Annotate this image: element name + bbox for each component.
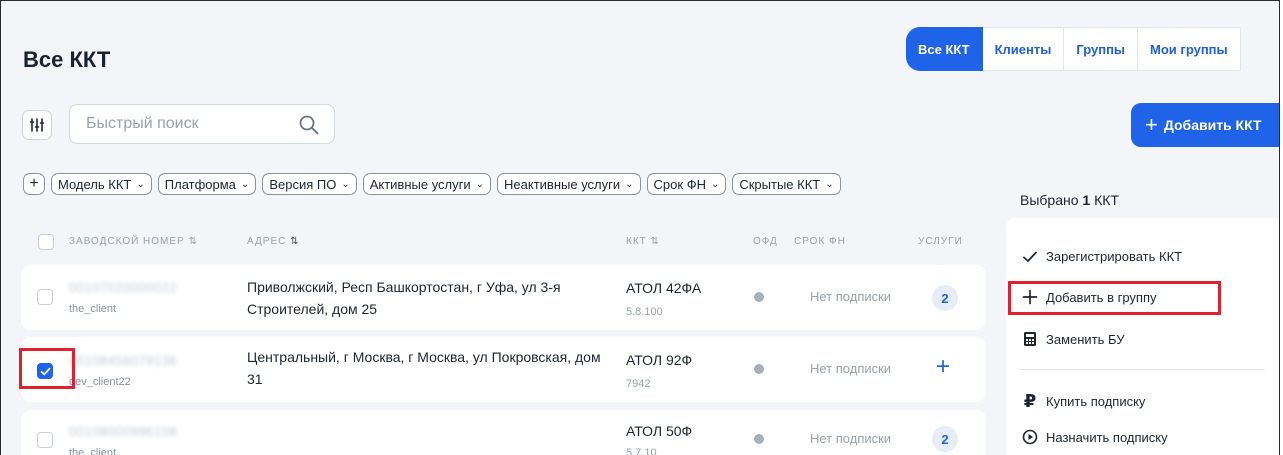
kkt-model: АТОЛ 92Ф: [626, 352, 693, 368]
buy-subscription-action[interactable]: ₽ Купить подписку: [1020, 391, 1146, 412]
column-header-kkt[interactable]: ККТ ⇅: [626, 236, 660, 247]
row-checkbox[interactable]: [37, 289, 53, 305]
filter-chip-label: Срок ФН: [653, 176, 706, 192]
add-service-button[interactable]: +: [936, 355, 950, 379]
firmware-version: 5.8.100: [626, 306, 663, 318]
sort-icon: ⇅: [650, 236, 660, 247]
chevron-down-icon: ⌄: [475, 178, 485, 190]
check-icon: [1020, 250, 1040, 264]
highlight-box-checkbox: [19, 348, 75, 389]
action-label: Заменить БУ: [1046, 331, 1125, 347]
select-all-checkbox[interactable]: [38, 234, 54, 250]
ruble-icon: ₽: [1023, 391, 1037, 411]
ofd-status-dot: [754, 292, 764, 302]
sort-icon: ⇅: [188, 236, 198, 247]
chevron-down-icon: ⌄: [710, 178, 720, 190]
filter-chip-active-services[interactable]: Активные услуги ⌄: [362, 173, 492, 195]
action-label: Зарегистрировать ККТ: [1046, 249, 1183, 264]
address: Центральный, г Москва, г Москва, ул Покр…: [247, 349, 601, 387]
ofd-status-dot: [754, 364, 764, 374]
column-header-services: УСЛУГИ: [918, 236, 963, 247]
column-header-fn: СРОК ФН: [794, 236, 846, 247]
chevron-down-icon: ⌄: [825, 178, 834, 190]
chevron-down-icon: ⌄: [341, 178, 350, 190]
serial-number: 00108000996108: [69, 424, 178, 439]
search-input[interactable]: [84, 114, 288, 134]
search-box: [69, 104, 335, 144]
sort-icon: ⇅: [290, 236, 300, 247]
firmware-version: 7942: [626, 378, 651, 390]
filter-chip-label: Скрытые ККТ: [739, 176, 821, 192]
page-title: Все ККТ: [23, 47, 111, 72]
tab-groups[interactable]: Группы: [1064, 27, 1139, 71]
register-kkt-action[interactable]: Зарегистрировать ККТ: [1020, 249, 1182, 264]
sliders-icon: [29, 118, 45, 132]
kkt-model: АТОЛ 42ФА: [626, 280, 702, 296]
client-name: dev_client22: [69, 376, 131, 388]
column-header-ofd: ОФД: [753, 236, 778, 247]
filter-chip-model[interactable]: Модель ККТ ⌄: [51, 173, 152, 195]
selection-count: 1: [1082, 192, 1091, 208]
filter-chip-version[interactable]: Версия ПО ⌄: [262, 173, 357, 195]
play-circle-icon: [1020, 429, 1040, 445]
client-name: the_client: [69, 303, 117, 315]
filter-chip-label: Модель ККТ: [58, 176, 132, 192]
action-label: Назначить подписку: [1046, 429, 1168, 445]
column-header-label: ЗАВОДСКОЙ НОМЕР: [69, 236, 185, 247]
replace-bu-action[interactable]: Заменить БУ: [1020, 331, 1125, 347]
chevron-down-icon: ⌄: [625, 178, 634, 190]
add-kkt-label: Добавить ККТ: [1163, 117, 1262, 133]
selection-summary: Выбрано 1 ККТ: [1020, 192, 1119, 208]
tab-all-kkt[interactable]: Все ККТ: [906, 27, 983, 71]
address: Приволжский, Респ Башкортостан, г Уфа, у…: [247, 279, 561, 317]
tab-clients[interactable]: Клиенты: [982, 27, 1065, 71]
search-icon[interactable]: [298, 114, 320, 136]
chevron-down-icon: ⌄: [240, 178, 250, 190]
filter-chip-hidden[interactable]: Скрытые ККТ ⌄: [732, 173, 841, 195]
subscription-status: Нет подписки: [810, 361, 892, 376]
serial-number: 00108456079136: [69, 353, 178, 368]
services-count-badge[interactable]: 2: [932, 285, 958, 311]
cash-register-icon: [1020, 331, 1040, 347]
tab-my-groups[interactable]: Мои группы: [1138, 27, 1241, 71]
action-label: Купить подписку: [1046, 394, 1146, 409]
filter-chips: + Модель ККТ ⌄ Платформа ⌄ Версия ПО ⌄ Акти…: [23, 173, 841, 195]
column-header-label: АДРЕС: [247, 236, 287, 247]
selection-suffix: ККТ: [1094, 192, 1119, 208]
services-count-badge[interactable]: 2: [932, 426, 958, 452]
column-header-address[interactable]: АДРЕС ⇅: [247, 236, 300, 247]
add-filter-button[interactable]: +: [23, 173, 45, 195]
app-frame: Все ККТ Все ККТ Клиенты Группы Мои групп…: [0, 0, 1280, 455]
row-checkbox[interactable]: [37, 432, 53, 448]
firmware-version: 5.7.10: [626, 447, 657, 455]
subscription-status: Нет подписки: [810, 289, 892, 304]
assign-subscription-action[interactable]: Назначить подписку: [1020, 429, 1168, 445]
filter-settings-button[interactable]: [22, 110, 52, 140]
selection-prefix: Выбрано: [1020, 192, 1079, 208]
column-header-serial[interactable]: ЗАВОДСКОЙ НОМЕР ⇅: [69, 236, 198, 247]
serial-number: 00107020000022: [69, 280, 178, 295]
chevron-down-icon: ⌄: [136, 178, 145, 190]
column-header-label: ККТ: [626, 236, 647, 247]
filter-chip-label: Активные услуги: [369, 176, 471, 192]
filter-chip-label: Платформа: [164, 176, 236, 192]
plus-icon: +: [1145, 112, 1158, 137]
add-kkt-button[interactable]: + Добавить ККТ: [1131, 103, 1279, 147]
filter-chip-label: Версия ПО: [269, 176, 337, 192]
highlight-box-add-to-group: [1008, 281, 1221, 315]
filter-chip-fn-term[interactable]: Срок ФН ⌄: [646, 173, 727, 195]
client-name: the_client: [69, 447, 117, 455]
filter-chip-inactive-services[interactable]: Неактивные услуги ⌄: [497, 173, 641, 195]
ofd-status-dot: [754, 434, 764, 444]
kkt-model: АТОЛ 50Ф: [626, 423, 693, 439]
filter-chip-label: Неактивные услуги: [504, 176, 621, 192]
view-tabs: Все ККТ Клиенты Группы Мои группы: [906, 27, 1241, 71]
actions-divider: [1020, 369, 1265, 370]
subscription-status: Нет подписки: [810, 431, 892, 446]
filter-chip-platform[interactable]: Платформа ⌄: [157, 173, 257, 195]
